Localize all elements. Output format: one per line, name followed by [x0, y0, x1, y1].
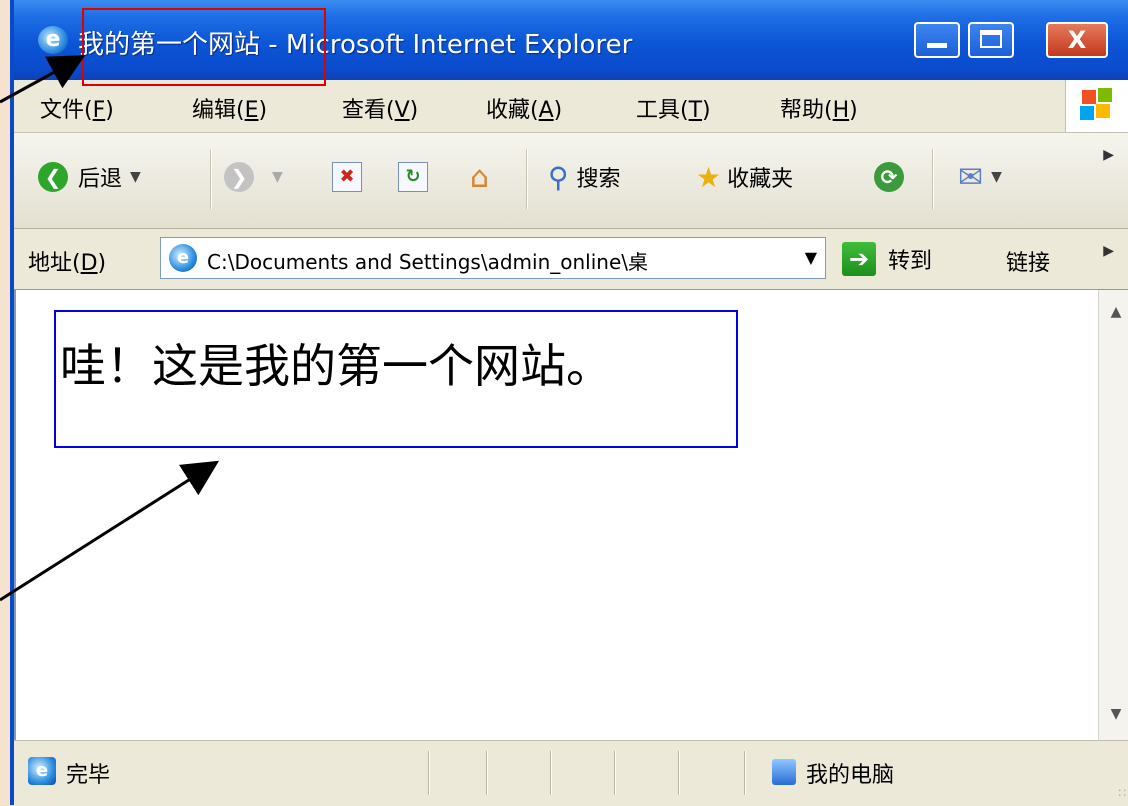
toolbar-divider	[526, 149, 528, 209]
go-label: 转到	[888, 249, 933, 274]
status-divider	[550, 751, 552, 795]
address-label-text: 地址(	[28, 251, 81, 276]
address-dropdown-icon[interactable]: ▼	[805, 248, 817, 267]
menu-file-tail: )	[105, 98, 114, 123]
address-label: 地址(D)	[28, 245, 106, 277]
search-button[interactable]: ⚲ 搜索	[548, 151, 621, 203]
menu-favorites-tail: )	[553, 98, 563, 123]
page-body-text: 哇！这是我的第一个网站。	[60, 339, 612, 393]
toolbar-divider	[210, 149, 212, 209]
menu-help[interactable]: 帮助(H)	[780, 92, 858, 124]
stop-icon: ✖	[332, 162, 362, 192]
address-label-tail: )	[97, 251, 107, 276]
refresh-button[interactable]: ↻	[398, 151, 428, 203]
back-dropdown-icon[interactable]: ▼	[130, 169, 141, 185]
ie-logo-icon: e	[38, 26, 68, 54]
minimize-icon	[927, 43, 947, 48]
status-divider	[486, 751, 488, 795]
go-button[interactable]: ➔ 转到	[842, 239, 932, 279]
star-icon: ★	[696, 160, 722, 194]
menu-view-tail: )	[409, 98, 419, 123]
forward-dropdown-icon[interactable]: ▼	[272, 169, 283, 185]
status-divider	[678, 751, 680, 795]
maximize-button[interactable]	[968, 22, 1014, 58]
address-value[interactable]: C:\Documents and Settings\admin_online\桌	[207, 246, 767, 275]
mail-icon: ✉	[958, 159, 984, 195]
home-icon: ⌂	[470, 159, 490, 195]
menu-file-label: 文件(	[40, 98, 93, 123]
refresh-icon: ↻	[398, 162, 428, 192]
links-button[interactable]: 链接	[1006, 245, 1050, 277]
menu-edit-key: E	[244, 98, 259, 123]
home-button[interactable]: ⌂	[470, 151, 489, 203]
links-more-icon[interactable]: ▶	[1103, 243, 1114, 259]
back-arrow-icon: ❮	[38, 162, 68, 192]
menu-favorites[interactable]: 收藏(A)	[486, 92, 562, 124]
page-content: 哇！这是我的第一个网站。	[14, 290, 1098, 740]
windows-flag-icon	[1065, 80, 1128, 132]
menu-file-key: F	[92, 98, 106, 123]
page-icon: e	[169, 244, 197, 272]
favorites-button[interactable]: ★ 收藏夹	[696, 151, 793, 203]
close-icon: X	[1067, 26, 1087, 54]
mail-button[interactable]: ✉ ▼	[958, 151, 1002, 203]
menu-help-tail: )	[849, 98, 858, 123]
scroll-up-icon[interactable]: ▲	[1099, 304, 1128, 320]
menu-tools-tail: )	[702, 98, 711, 123]
menu-tools-key: T	[688, 98, 703, 123]
menu-file[interactable]: 文件(F)	[40, 92, 114, 124]
search-label: 搜索	[576, 167, 621, 192]
go-arrow-icon: ➔	[842, 242, 876, 276]
menu-tools[interactable]: 工具(T)	[636, 92, 711, 124]
maximize-icon	[980, 30, 1002, 48]
menu-tools-label: 工具(	[636, 98, 689, 123]
menu-bar: 文件(F) 编辑(E) 查看(V) 收藏(A) 工具(T) 帮助(H)	[14, 80, 1128, 133]
page-status-icon: e	[28, 757, 56, 785]
close-button[interactable]: X	[1046, 22, 1108, 58]
scroll-down-icon[interactable]: ▼	[1099, 706, 1128, 722]
forward-button[interactable]: ❯ ▼	[224, 151, 283, 203]
stop-button[interactable]: ✖	[332, 151, 362, 203]
standard-toolbar: ❮ 后退 ▼ ❯ ▼ ✖ ↻ ⌂ ⚲ 搜索 ★ 收藏夹 ⟳ ✉ ▼ ▶	[14, 133, 1128, 229]
menu-help-label: 帮助(	[780, 98, 833, 123]
back-button[interactable]: ❮ 后退 ▼	[38, 151, 141, 203]
favorites-label: 收藏夹	[727, 167, 794, 192]
status-bar: e 完毕 我的电脑 ∷	[14, 740, 1128, 806]
toolbar-more-icon[interactable]: ▶	[1103, 147, 1114, 163]
history-button[interactable]: ⟳	[874, 151, 904, 203]
search-icon: ⚲	[548, 160, 569, 194]
menu-edit-label: 编辑(	[192, 98, 245, 123]
status-divider	[428, 751, 430, 795]
back-label: 后退	[78, 167, 123, 192]
ie-window: e 我的第一个网站 - Microsoft Internet Explorer …	[10, 0, 1128, 806]
toolbar-divider	[932, 149, 934, 209]
address-bar: 地址(D) e C:\Documents and Settings\admin_…	[14, 229, 1128, 290]
vertical-scrollbar[interactable]: ▲ ▼	[1098, 290, 1128, 740]
status-text: 完毕	[66, 763, 111, 788]
menu-favorites-key: A	[538, 98, 554, 123]
menu-edit[interactable]: 编辑(E)	[192, 92, 267, 124]
status-divider	[614, 751, 616, 795]
security-zone: 我的电脑	[806, 763, 895, 788]
menu-view-key: V	[394, 98, 410, 123]
address-input[interactable]: e C:\Documents and Settings\admin_online…	[160, 237, 826, 279]
status-divider	[744, 751, 746, 795]
menu-edit-tail: )	[258, 98, 268, 123]
forward-arrow-icon: ❯	[224, 162, 254, 192]
mail-dropdown-icon[interactable]: ▼	[991, 169, 1002, 185]
menu-view-label: 查看(	[342, 98, 395, 123]
menu-view[interactable]: 查看(V)	[342, 92, 418, 124]
menu-help-key: H	[832, 98, 850, 123]
menu-favorites-label: 收藏(	[486, 98, 539, 123]
resize-grip-icon[interactable]: ∷	[1118, 786, 1126, 800]
minimize-button[interactable]	[914, 22, 960, 58]
address-label-key: D	[80, 251, 98, 276]
my-computer-icon	[772, 759, 796, 785]
title-highlight-box	[82, 8, 326, 86]
history-icon: ⟳	[874, 162, 904, 192]
